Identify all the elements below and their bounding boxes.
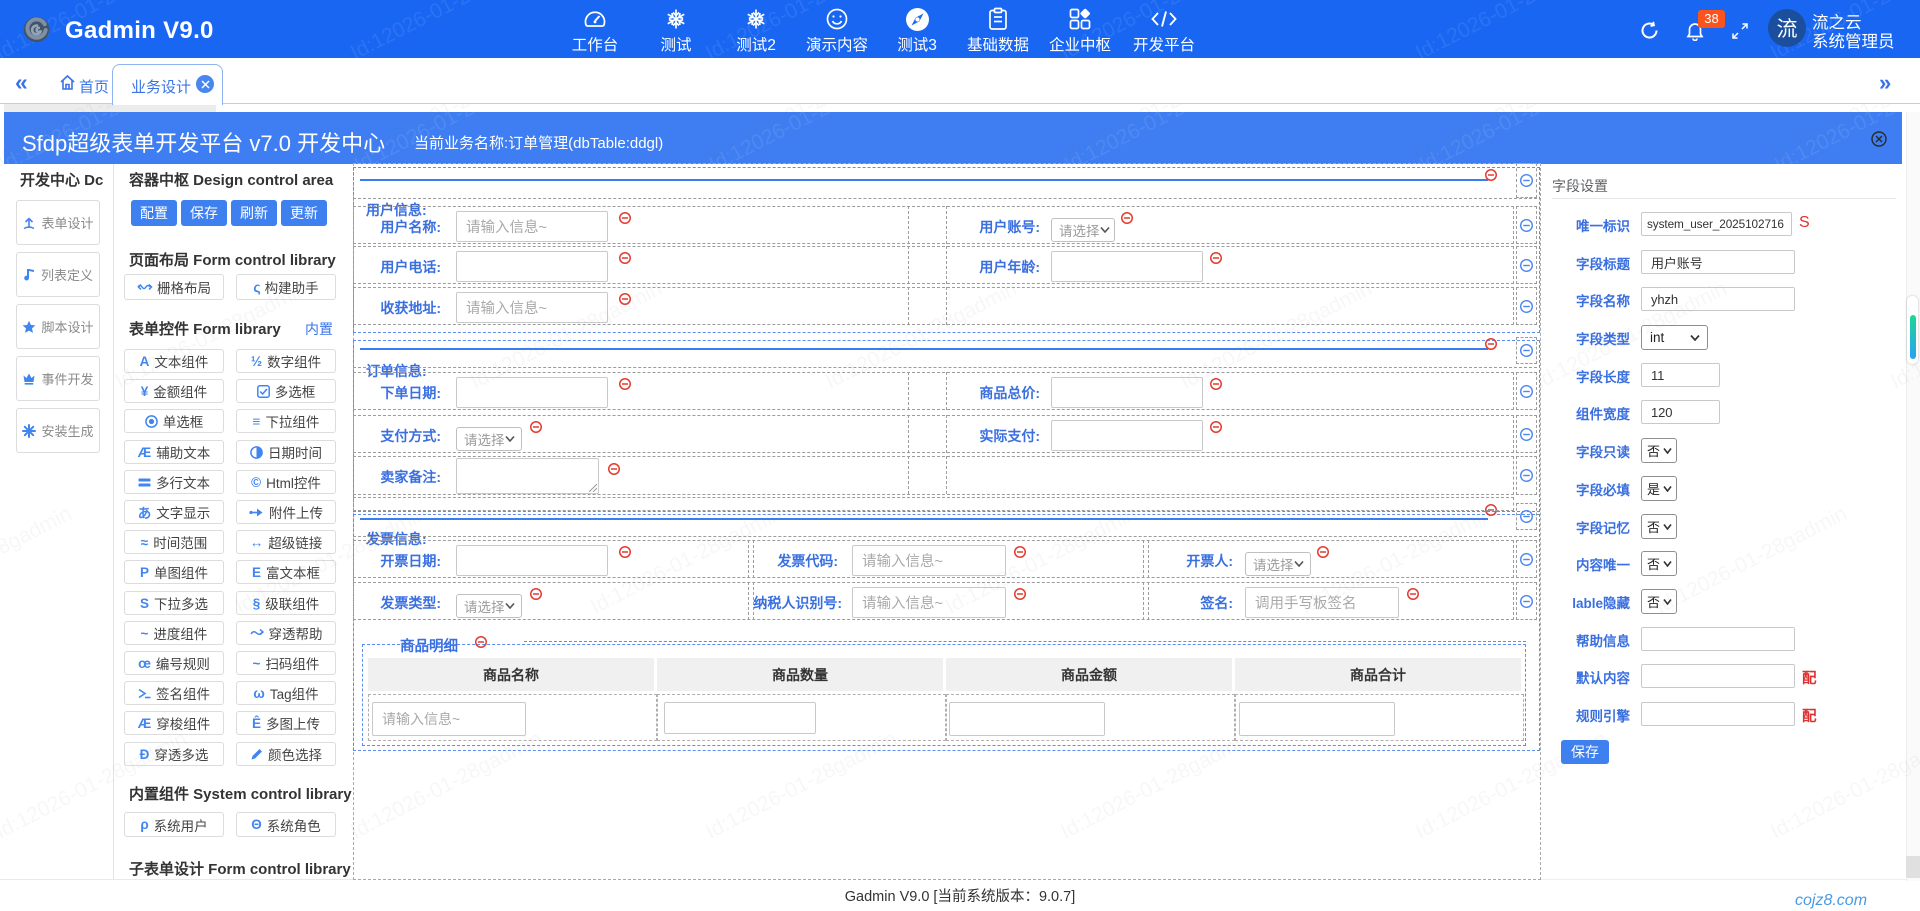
svg-text:Id:12026-01-28gadmin: Id:12026-01-28gadmin bbox=[1412, 0, 1611, 58]
svg-text:Id:12026-01-28gadmin: Id:12026-01-28gadmin bbox=[347, 0, 546, 58]
svg-text:Id:12026-01-28gadmin: Id:12026-01-28gadmin bbox=[1416, 112, 1615, 164]
svg-text:Id:12026-01-28gadmin: Id:12026-01-28gadmin bbox=[1061, 112, 1260, 164]
svg-text:Id:12026-01-28gadmin: Id:12026-01-28gadmin bbox=[706, 112, 905, 164]
